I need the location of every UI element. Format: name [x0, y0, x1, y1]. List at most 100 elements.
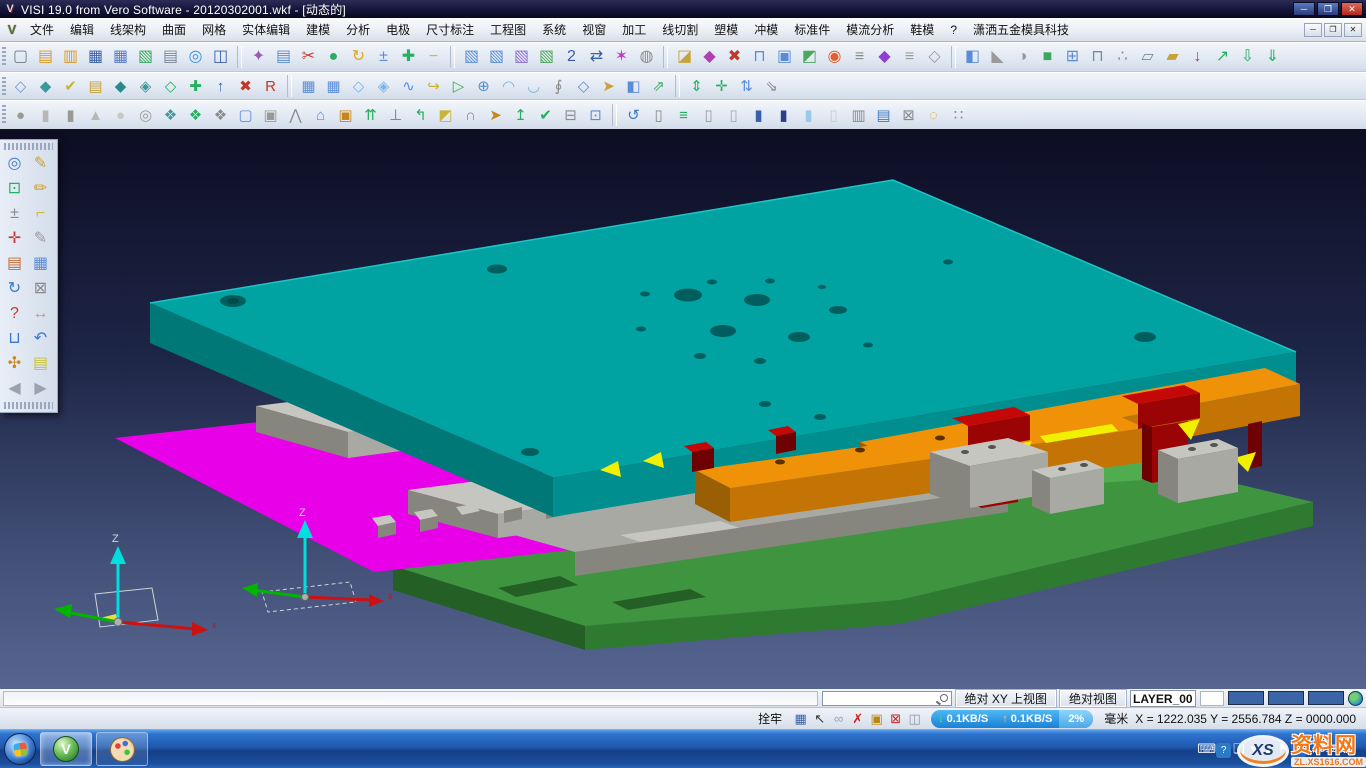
- delete-solid-icon[interactable]: ✖: [723, 45, 746, 69]
- workplane-button[interactable]: 绝对 XY 上视图: [956, 690, 1056, 707]
- view-document-icon[interactable]: ▤: [272, 45, 295, 69]
- hole-wire-icon[interactable]: ▥: [847, 103, 870, 127]
- tilt-plate-icon[interactable]: ◇: [923, 45, 946, 69]
- print-icon[interactable]: ▤: [159, 45, 182, 69]
- taskbar-app-visi[interactable]: V: [40, 732, 92, 766]
- corner-plate-icon[interactable]: ◣: [986, 45, 1009, 69]
- command-prompt-bar[interactable]: [3, 691, 818, 706]
- hole-tall-icon[interactable]: ▯: [697, 103, 720, 127]
- arch-block-icon[interactable]: ∩: [459, 103, 482, 127]
- break-fragments-icon[interactable]: ∴: [1111, 45, 1134, 69]
- stamp-down-icon[interactable]: ⇩: [1236, 45, 1259, 69]
- grid-window-icon[interactable]: ▦: [29, 251, 53, 276]
- machine-box-icon[interactable]: ■: [1036, 45, 1059, 69]
- export-up-icon[interactable]: ↗: [1211, 45, 1234, 69]
- menu-machining[interactable]: 加工: [614, 18, 654, 41]
- box-close-icon[interactable]: ⊠: [886, 710, 905, 728]
- menu-system[interactable]: 系统: [534, 18, 574, 41]
- layer-paint-icon[interactable]: ▤: [3, 251, 27, 276]
- solid-inspect-icon[interactable]: ◈: [134, 74, 157, 98]
- menu-wireframe[interactable]: 线架构: [102, 18, 154, 41]
- layer-book-2-icon[interactable]: ▧: [485, 45, 508, 69]
- face-offset-icon[interactable]: ◪: [673, 45, 696, 69]
- menu-shoe-mould[interactable]: 鞋模: [902, 18, 942, 41]
- menu-help[interactable]: ?: [942, 20, 965, 40]
- sketch-edit-icon[interactable]: ✎: [29, 151, 53, 176]
- menu-window[interactable]: 视窗: [574, 18, 614, 41]
- zoom-search-icon[interactable]: ◎: [3, 151, 27, 176]
- layer-book-1-icon[interactable]: ▧: [460, 45, 483, 69]
- wcs-axes-icon[interactable]: ✛: [3, 226, 27, 251]
- solid-add-icon[interactable]: ✚: [184, 74, 207, 98]
- surface-drag-icon[interactable]: ➤: [597, 74, 620, 98]
- mirror-body-icon[interactable]: ◑: [1011, 45, 1034, 69]
- chest-lid-icon[interactable]: ⌂: [309, 103, 332, 127]
- insert-down-icon[interactable]: ⇓: [1261, 45, 1284, 69]
- view-cube-icon[interactable]: ⊠: [29, 276, 53, 301]
- mesh-block-icon[interactable]: ◍: [635, 45, 658, 69]
- rainbow-analysis-icon[interactable]: ◉: [823, 45, 846, 69]
- copy-icon[interactable]: ▱: [1136, 45, 1159, 69]
- curve-sweep-icon[interactable]: ∿: [397, 74, 420, 98]
- primitive-ellipsoid-icon[interactable]: ●: [109, 103, 132, 127]
- hole-plain-icon[interactable]: ▯: [722, 103, 745, 127]
- nav-forward-icon[interactable]: ▶: [29, 376, 53, 401]
- active-layer-field[interactable]: LAYER_00: [1130, 690, 1196, 707]
- surface-mesh-icon[interactable]: ◈: [372, 74, 395, 98]
- surface-bend-icon[interactable]: ◡: [522, 74, 545, 98]
- extrude-up-icon[interactable]: ⇈: [359, 103, 382, 127]
- uv-flip-icon[interactable]: ⇅: [735, 74, 758, 98]
- hole-dark-icon[interactable]: ▮: [772, 103, 795, 127]
- minimize-button[interactable]: ─: [1293, 2, 1315, 16]
- curve-hook-icon[interactable]: ↪: [422, 74, 445, 98]
- menu-progress-die[interactable]: 冲模: [746, 18, 786, 41]
- start-button[interactable]: [4, 733, 36, 765]
- link-chain-icon[interactable]: ∞: [829, 709, 848, 727]
- mold-assembly-scene[interactable]: x Z x Z: [0, 131, 1366, 689]
- solid-teal-icon[interactable]: ◆: [109, 74, 132, 98]
- drag-box-icon[interactable]: ➤: [484, 103, 507, 127]
- solid-clipboard-icon[interactable]: ▤: [84, 74, 107, 98]
- solid-rename-icon[interactable]: R: [259, 74, 282, 98]
- network-speed-widget[interactable]: ↓ 0.1KB/S ↑ 0.1KB/S 2%: [931, 710, 1093, 728]
- undo-arrow-icon[interactable]: ↶: [29, 326, 53, 351]
- save-transfer-icon[interactable]: ▧: [134, 45, 157, 69]
- menu-dimension[interactable]: 尺寸标注: [418, 18, 482, 41]
- toggle-visibility-icon[interactable]: ±: [372, 45, 395, 69]
- import-down-icon[interactable]: ↓: [1186, 45, 1209, 69]
- primitive-cone-icon[interactable]: ▲: [84, 103, 107, 127]
- palette-drag-handle[interactable]: [4, 143, 53, 150]
- transform-cube-icon[interactable]: ⊞: [1061, 45, 1084, 69]
- box-orange-icon[interactable]: ▣: [334, 103, 357, 127]
- curve-pen-icon[interactable]: ✏: [29, 176, 53, 201]
- measure-dimension-icon[interactable]: ↔: [29, 301, 53, 326]
- select-region-icon[interactable]: ◌: [922, 103, 945, 127]
- plane-grid-icon[interactable]: ▦: [297, 74, 320, 98]
- press-table-icon[interactable]: ⊓: [1086, 45, 1109, 69]
- hole-document-icon[interactable]: ▤: [872, 103, 895, 127]
- plane-grid-2-icon[interactable]: ▦: [322, 74, 345, 98]
- paste-icon[interactable]: ▰: [1161, 45, 1184, 69]
- help-bubble-icon[interactable]: ?: [1216, 743, 1231, 758]
- revolve-icon[interactable]: ↰: [409, 103, 432, 127]
- open-file-icon[interactable]: ▤: [34, 45, 57, 69]
- extrude-profile-icon[interactable]: ⊥: [384, 103, 407, 127]
- color-swatch-1[interactable]: [1228, 691, 1264, 705]
- menu-surface[interactable]: 曲面: [154, 18, 194, 41]
- nav-back-icon[interactable]: ◀: [3, 376, 27, 401]
- box-half-icon[interactable]: ◫: [905, 710, 924, 728]
- primitive-cylinder-icon[interactable]: ▮: [34, 103, 57, 127]
- guide-block-right-front[interactable]: [1158, 439, 1238, 503]
- hole-white-icon[interactable]: ▯: [822, 103, 845, 127]
- refresh-visibility-icon[interactable]: ↻: [347, 45, 370, 69]
- menu-analysis[interactable]: 分析: [338, 18, 378, 41]
- cube-check-icon[interactable]: ✔: [534, 103, 557, 127]
- primitive-torus-icon[interactable]: ◎: [134, 103, 157, 127]
- restore-button[interactable]: ❐: [1317, 2, 1339, 16]
- open-assembly-icon[interactable]: ▥: [59, 45, 82, 69]
- menu-mesh[interactable]: 网格: [194, 18, 234, 41]
- hide-entity-icon[interactable]: ✂: [297, 45, 320, 69]
- solid-heart-icon[interactable]: ◆: [698, 45, 721, 69]
- close-button[interactable]: ✕: [1341, 2, 1363, 16]
- delete-trash-icon[interactable]: ⊔: [3, 326, 27, 351]
